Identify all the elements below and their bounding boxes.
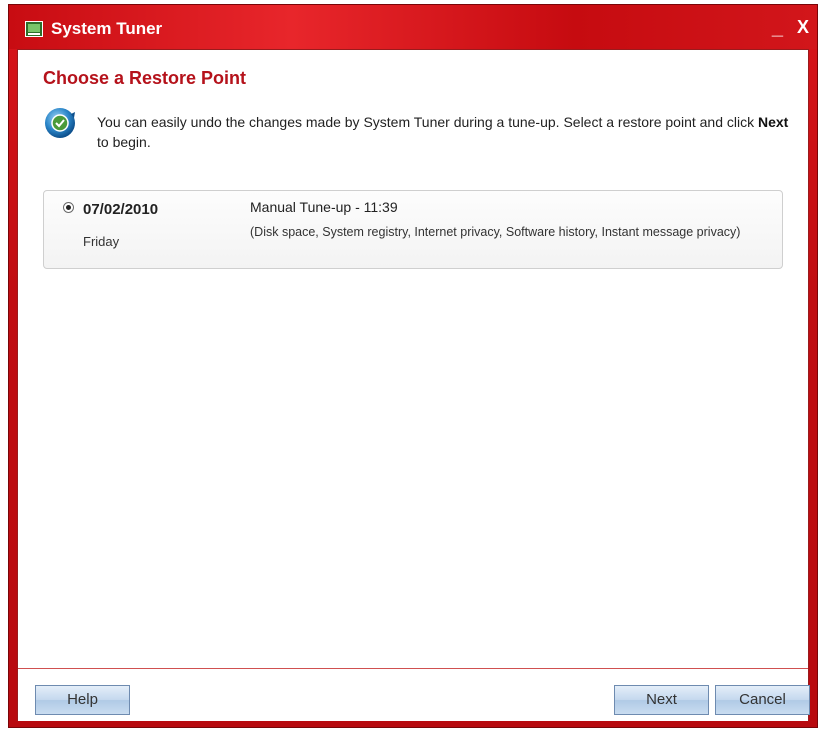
app-icon	[25, 21, 43, 37]
restore-point-day: Friday	[83, 234, 120, 249]
minimize-button[interactable]: _	[772, 17, 783, 40]
title-bar[interactable]: System Tuner _ X	[9, 5, 817, 49]
system-tuner-window: System Tuner _ X Choose a Restore Point …	[8, 4, 818, 728]
intro-text-end: to begin.	[97, 134, 151, 150]
restore-icon	[45, 108, 75, 138]
intro-next-keyword: Next	[758, 114, 789, 130]
restore-point-date: 07/02/2010	[83, 201, 159, 218]
page-title: Choose a Restore Point	[43, 68, 247, 88]
dialog-content: Choose a Restore Point You can easily un…	[17, 49, 810, 721]
intro-text: You can easily undo the changes made by …	[97, 112, 797, 152]
button-bar: Help Next Cancel	[18, 669, 810, 721]
restore-point-description: (Disk space, System registry, Internet p…	[250, 225, 741, 239]
restore-point-radio[interactable]	[63, 202, 74, 213]
close-button[interactable]: X	[797, 17, 809, 38]
intro-text-part: You can easily undo the changes made by …	[97, 114, 758, 130]
cancel-button[interactable]: Cancel	[715, 685, 810, 715]
next-button[interactable]: Next	[614, 685, 709, 715]
window-title: System Tuner	[51, 19, 163, 38]
help-button[interactable]: Help	[35, 685, 130, 715]
restore-point-name: Manual Tune-up - 11:39	[250, 199, 398, 215]
restore-point-item[interactable]: 07/02/2010 Friday Manual Tune-up - 11:39…	[43, 190, 783, 269]
